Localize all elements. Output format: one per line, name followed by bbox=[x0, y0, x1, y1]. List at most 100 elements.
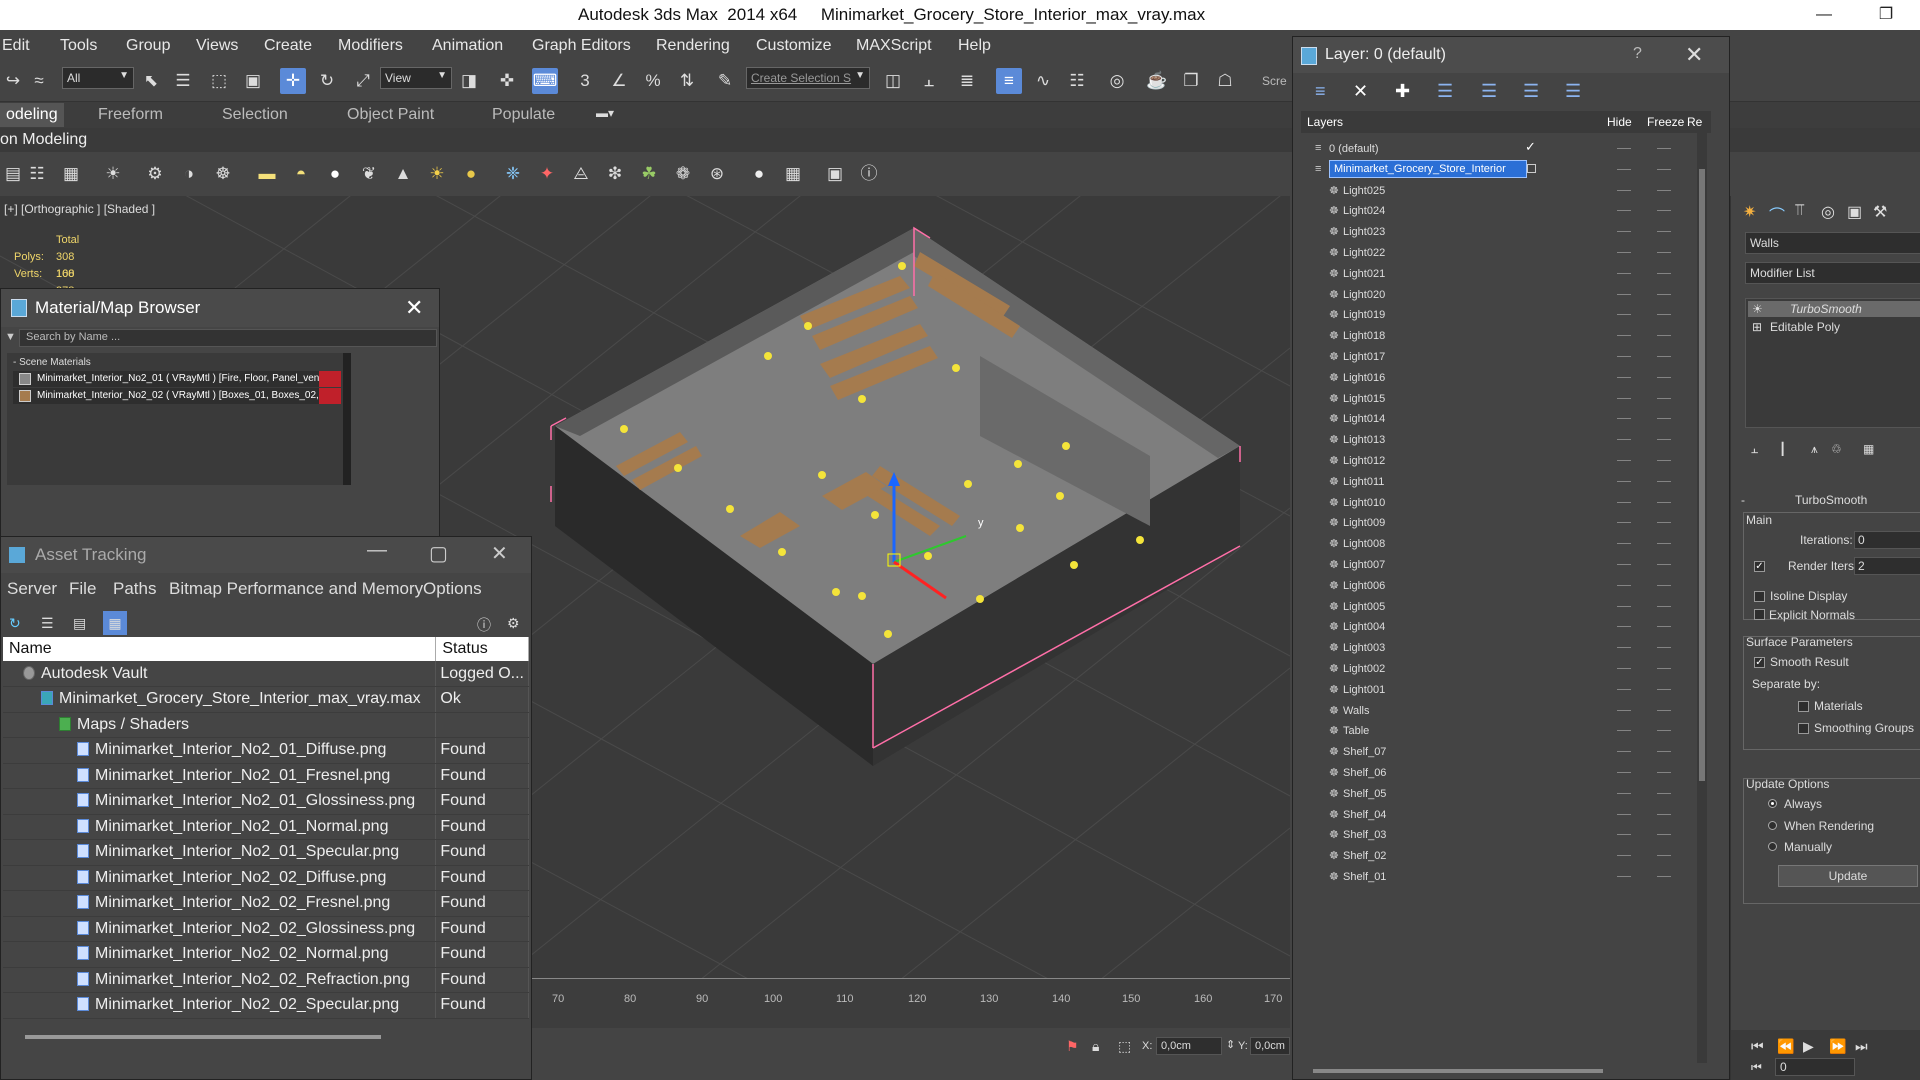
ribbon-options-icon[interactable]: ▬▾ bbox=[596, 106, 614, 120]
freeze-toggle[interactable]: — bbox=[1657, 285, 1671, 301]
key-mode-icon[interactable]: ⏮ bbox=[1751, 1060, 1762, 1075]
mirror-icon[interactable]: ◫ bbox=[880, 68, 906, 94]
menu-edit[interactable]: Edit bbox=[2, 37, 30, 55]
material-list-scrollbar[interactable] bbox=[343, 353, 351, 485]
search-options-icon[interactable]: ▼ bbox=[5, 331, 16, 343]
freeze-toggle[interactable]: — bbox=[1657, 305, 1671, 321]
asset-row[interactable]: Minimarket_Interior_No2_01_Diffuse.png Fo… bbox=[3, 737, 529, 764]
hide-toggle[interactable]: — bbox=[1617, 368, 1631, 384]
hide-toggle[interactable]: — bbox=[1617, 264, 1631, 280]
layer-name[interactable]: Light021 bbox=[1343, 268, 1385, 280]
current-layer-check-icon[interactable]: ✓ bbox=[1525, 139, 1536, 155]
asset-row[interactable]: Minimarket_Interior_No2_01_Specular.png F… bbox=[3, 839, 529, 866]
render-production-icon[interactable]: ☖ bbox=[1212, 68, 1238, 94]
layer-name[interactable]: Light006 bbox=[1343, 580, 1385, 592]
freeze-toggle[interactable]: — bbox=[1657, 555, 1671, 571]
material-item[interactable]: Minimarket_Interior_No2_02 ( VRayMtl ) [… bbox=[13, 388, 341, 404]
freeze-toggle[interactable]: — bbox=[1657, 597, 1671, 613]
menu-views[interactable]: Views bbox=[196, 37, 238, 55]
asset-row[interactable]: Minimarket_Interior_No2_02_Diffuse.png Fo… bbox=[3, 865, 529, 891]
menu-animation[interactable]: Animation bbox=[432, 37, 503, 55]
layer-list-hscrollbar[interactable] bbox=[1313, 1069, 1603, 1073]
next-frame-icon[interactable]: ⏩ bbox=[1829, 1038, 1846, 1055]
lock-icon[interactable]: 🔒︎ bbox=[1092, 1038, 1099, 1055]
column-header-freeze[interactable]: Freeze bbox=[1647, 115, 1684, 129]
absolute-mode-icon[interactable]: ⬚ bbox=[1118, 1038, 1131, 1055]
plant-icon[interactable]: ☘ bbox=[636, 161, 662, 187]
menu-maxscript[interactable]: MAXScript bbox=[856, 37, 932, 55]
hide-toggle[interactable]: — bbox=[1617, 347, 1631, 363]
table-view-icon[interactable]: ▦ bbox=[103, 611, 127, 635]
x-spinner-icon[interactable]: ⇕ bbox=[1226, 1038, 1235, 1051]
column-header-hide[interactable]: Hide bbox=[1607, 115, 1632, 129]
freeze-toggle[interactable]: — bbox=[1657, 326, 1671, 342]
angle-snap-icon[interactable]: ∠ bbox=[606, 68, 632, 94]
hide-toggle[interactable]: — bbox=[1617, 680, 1631, 696]
freeze-toggle[interactable]: — bbox=[1657, 784, 1671, 800]
asset-row[interactable]: Minimarket_Interior_No2_02_Specular.png F… bbox=[3, 992, 529, 1019]
expand-icon[interactable]: ⊞ bbox=[1752, 320, 1762, 334]
material-search-input[interactable]: Search by Name ... bbox=[19, 329, 437, 347]
help-button[interactable]: ? bbox=[1633, 45, 1642, 63]
layer-explorer-icon[interactable]: ≣ bbox=[954, 68, 980, 94]
hide-toggle[interactable]: — bbox=[1617, 243, 1631, 259]
update-button[interactable]: Update bbox=[1778, 865, 1918, 887]
modifier-list-dropdown[interactable]: Modifier List bbox=[1745, 262, 1920, 284]
proxy-icon[interactable]: ✦ bbox=[534, 161, 560, 187]
hair-icon[interactable]: ❁ bbox=[670, 161, 696, 187]
layer-name[interactable]: Shelf_05 bbox=[1343, 788, 1386, 800]
layer-name[interactable]: Light020 bbox=[1343, 289, 1385, 301]
column-header-status[interactable]: Status bbox=[435, 637, 529, 661]
hide-toggle[interactable]: — bbox=[1617, 638, 1631, 654]
hide-toggle[interactable]: — bbox=[1617, 285, 1631, 301]
material-browser-header[interactable]: Material/Map Browser ✕ bbox=[1, 289, 439, 327]
list-icon[interactable]: ☷ bbox=[24, 161, 50, 187]
select-object-icon[interactable]: ⬉ bbox=[138, 68, 164, 94]
create-tab-icon[interactable]: ✷ bbox=[1743, 202, 1756, 222]
layer-name[interactable]: Light023 bbox=[1343, 226, 1385, 238]
freeze-toggle[interactable]: — bbox=[1657, 389, 1671, 405]
settings-icon[interactable]: ⚙ bbox=[142, 161, 168, 187]
box-icon[interactable]: ▤ bbox=[0, 161, 26, 187]
play-icon[interactable]: ▶ bbox=[1803, 1038, 1814, 1055]
layer-name[interactable]: Light011 bbox=[1343, 476, 1384, 488]
smoothing-groups-checkbox[interactable] bbox=[1798, 723, 1809, 734]
asset-row[interactable]: Minimarket_Interior_No2_02_Refraction.pn… bbox=[3, 967, 529, 993]
delete-layer-icon[interactable]: ✕ bbox=[1353, 81, 1368, 102]
manually-radio[interactable] bbox=[1768, 842, 1777, 851]
details-view-icon[interactable]: ▤ bbox=[73, 615, 86, 632]
layer-name[interactable]: Shelf_01 bbox=[1343, 871, 1386, 883]
maximize-button[interactable]: ▢ bbox=[429, 541, 448, 566]
select-manipulate-icon[interactable]: ✜ bbox=[494, 68, 520, 94]
smooth-result-checkbox[interactable]: ✓ bbox=[1754, 657, 1765, 668]
isoline-display-checkbox[interactable] bbox=[1754, 591, 1765, 602]
material-editor-icon[interactable]: ◎ bbox=[1104, 68, 1130, 94]
keyboard-shortcut-override-icon[interactable]: ⌨ bbox=[532, 68, 558, 94]
close-icon[interactable]: ✕ bbox=[405, 295, 423, 321]
sun-icon[interactable]: ☀ bbox=[424, 161, 450, 187]
asset-tracking-header[interactable]: Asset Tracking — ▢ ✕ bbox=[1, 537, 531, 573]
menu-group[interactable]: Group bbox=[126, 37, 170, 55]
hide-toggle[interactable]: — bbox=[1617, 825, 1631, 841]
object-name-field[interactable]: Walls bbox=[1745, 232, 1920, 254]
menu-options[interactable]: Options bbox=[423, 579, 482, 599]
hide-toggle[interactable]: — bbox=[1617, 389, 1631, 405]
frame-buffer-icon[interactable]: ▦ bbox=[780, 161, 806, 187]
scale-icon[interactable]: ⤢ bbox=[350, 68, 376, 94]
move-icon[interactable]: ✛ bbox=[280, 68, 306, 94]
freeze-toggle[interactable]: — bbox=[1657, 472, 1671, 488]
freeze-toggle[interactable]: — bbox=[1657, 368, 1671, 384]
asset-table-hscrollbar[interactable] bbox=[25, 1035, 381, 1039]
bind-spacewarp-icon[interactable]: ≈ bbox=[26, 68, 52, 94]
select-objects-icon[interactable]: ☰ bbox=[1437, 81, 1453, 102]
previous-frame-icon[interactable]: ⏪ bbox=[1777, 1038, 1794, 1055]
spinner-snap-icon[interactable]: ⇅ bbox=[674, 68, 700, 94]
scene-materials-group[interactable]: - Scene Materials bbox=[13, 357, 91, 368]
layer-name[interactable]: 0 (default) bbox=[1329, 143, 1379, 155]
edit-named-selection-icon[interactable]: ✎ bbox=[712, 68, 738, 94]
y-coord-field[interactable]: 0,0cm bbox=[1250, 1037, 1290, 1055]
layer-name[interactable]: Table bbox=[1343, 725, 1369, 737]
motion-tab-icon[interactable]: ◎ bbox=[1821, 202, 1835, 222]
link-icon[interactable]: ↪ bbox=[0, 68, 26, 94]
hide-all-icon[interactable]: ☰ bbox=[1523, 81, 1539, 102]
